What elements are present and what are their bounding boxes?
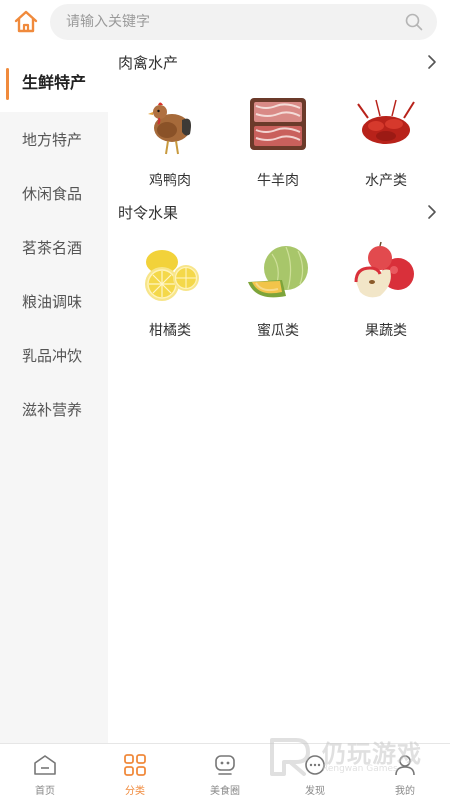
food-circle-tab-icon: [215, 755, 235, 775]
section-title: 肉禽水产: [118, 53, 179, 72]
tab-category[interactable]: 分类: [90, 744, 180, 800]
category-item-label: 水产类: [365, 173, 407, 189]
product-grid: 鸡鸭肉 牛羊肉 水产类: [108, 80, 450, 194]
tab-home[interactable]: 首页: [0, 744, 90, 800]
home-icon: [14, 10, 38, 33]
category-item-label: 牛羊肉: [257, 173, 299, 189]
category-item-label: 果蔬类: [365, 323, 407, 339]
home-button[interactable]: [12, 8, 40, 36]
top-bar: [0, 0, 450, 44]
category-item-citrus[interactable]: 柑橘类: [116, 230, 224, 344]
category-item-label: 鸡鸭肉: [149, 173, 191, 189]
watermark-logo-icon: [270, 738, 310, 776]
section-header[interactable]: 时令水果: [108, 194, 450, 230]
category-sidebar: 生鲜特产 地方特产 休闲食品 茗茶名酒 粮油调味 乳品冲饮 滋补营养: [0, 50, 108, 743]
sidebar-item-grain-oil[interactable]: 粮油调味: [0, 274, 108, 328]
sidebar-item-local[interactable]: 地方特产: [0, 112, 108, 166]
chevron-right-icon[interactable]: [426, 53, 438, 71]
sidebar-item-label: 滋补营养: [22, 400, 83, 419]
category-tab-icon: [124, 754, 146, 776]
section-meat-seafood: 肉禽水产 鸡鸭肉 牛羊肉 水产类: [108, 44, 450, 194]
sidebar-item-tea-wine[interactable]: 茗茶名酒: [0, 220, 108, 274]
sidebar-item-nutrition[interactable]: 滋补营养: [0, 382, 108, 436]
search-box[interactable]: [50, 4, 437, 40]
category-item-beef-mutton[interactable]: 牛羊肉: [224, 80, 332, 194]
lemon-icon: [145, 250, 199, 301]
sidebar-item-dairy[interactable]: 乳品冲饮: [0, 328, 108, 382]
category-item-fruit-veg[interactable]: 果蔬类: [332, 230, 440, 344]
category-item-label: 蜜瓜类: [257, 323, 299, 339]
search-input[interactable]: [66, 4, 386, 40]
product-grid: 柑橘类 蜜瓜类 果蔬类: [108, 230, 450, 344]
category-item-seafood[interactable]: 水产类: [332, 80, 440, 194]
category-item-label: 柑橘类: [149, 323, 191, 339]
tab-label: 我的: [395, 786, 415, 797]
apple-icon: [354, 241, 414, 298]
melon-icon: [248, 246, 308, 298]
tab-food-circle[interactable]: 美食圈: [180, 744, 270, 800]
tab-label: 发现: [305, 786, 325, 797]
sidebar-item-snacks[interactable]: 休闲食品: [0, 166, 108, 220]
crayfish-icon: [357, 99, 415, 144]
home-tab-icon: [34, 755, 56, 775]
sidebar-item-label: 地方特产: [22, 130, 83, 149]
category-item-poultry[interactable]: 鸡鸭肉: [116, 80, 224, 194]
section-seasonal-fruit: 时令水果 柑橘类 蜜瓜类 果蔬类: [108, 194, 450, 344]
sidebar-item-label: 休闲食品: [22, 184, 83, 203]
tab-label: 美食圈: [210, 786, 240, 797]
tab-label: 分类: [125, 786, 145, 797]
watermark-subtext: Rengwan Games: [322, 764, 398, 774]
chevron-right-icon[interactable]: [426, 203, 438, 221]
section-header[interactable]: 肉禽水产: [108, 44, 450, 80]
sidebar-item-label: 生鲜特产: [22, 73, 87, 92]
sidebar-item-fresh[interactable]: 生鲜特产: [0, 50, 108, 112]
sidebar-item-label: 乳品冲饮: [22, 346, 83, 365]
search-icon[interactable]: [405, 13, 423, 31]
chicken-icon: [148, 102, 191, 155]
category-content: 肉禽水产 鸡鸭肉 牛羊肉 水产类 时令水果 柑橘类 蜜瓜类 果蔬类: [108, 44, 450, 743]
category-item-melon[interactable]: 蜜瓜类: [224, 230, 332, 344]
sidebar-item-label: 粮油调味: [22, 292, 83, 311]
section-title: 时令水果: [118, 203, 179, 222]
sidebar-item-label: 茗茶名酒: [22, 238, 83, 257]
tab-label: 首页: [35, 786, 55, 797]
meat-icon: [250, 98, 306, 150]
watermark: 仍玩游戏 Rengwan Games: [268, 730, 438, 780]
